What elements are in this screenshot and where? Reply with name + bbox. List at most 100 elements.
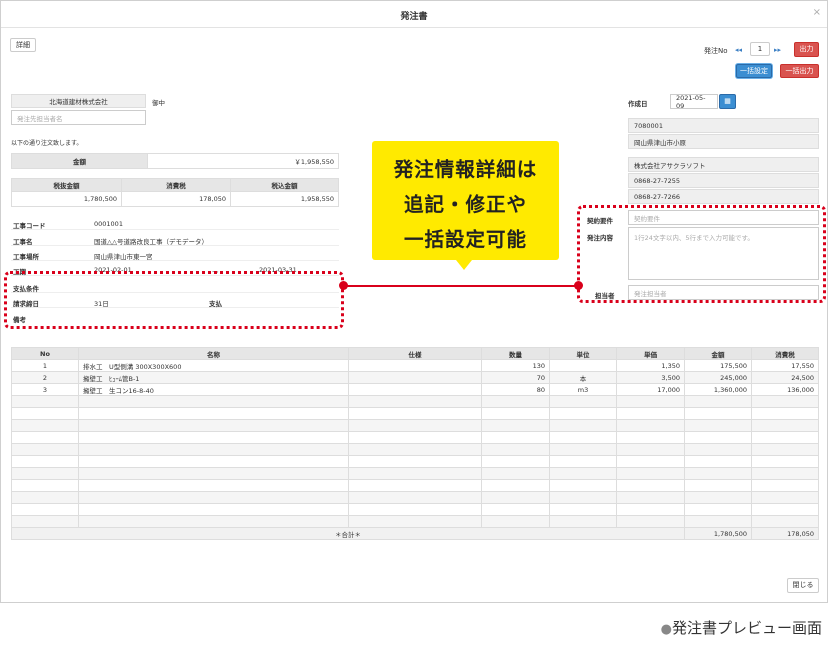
- cell-qty: 70: [481, 371, 550, 384]
- cell-spec: [348, 359, 482, 372]
- recipient-contact-input[interactable]: 発注先担当者名: [11, 110, 146, 125]
- tax-value-tax: 178,050: [121, 191, 231, 207]
- col-amount: 金額: [684, 347, 752, 360]
- amount-value: ￥1,958,550: [147, 153, 339, 169]
- tax-value-total: 1,958,550: [230, 191, 339, 207]
- dialog-title: 発注書: [400, 12, 428, 22]
- callout-line-2: 追記・修正や: [403, 193, 527, 216]
- cell-tax: 17,550: [751, 359, 819, 372]
- order-no-input[interactable]: 1: [750, 42, 770, 56]
- table-row-empty[interactable]: [11, 407, 819, 420]
- amount-table: 金額 ￥1,958,550: [11, 153, 339, 169]
- created-date-input[interactable]: 2021-05-09: [670, 94, 718, 110]
- table-row-empty[interactable]: [11, 419, 819, 432]
- highlight-right-box: [577, 205, 826, 303]
- dialog-titlebar: 発注書 ×: [1, 1, 827, 28]
- cell-qty: 80: [481, 383, 550, 396]
- cell-qty: 130: [481, 359, 550, 372]
- cell-no: 2: [11, 371, 79, 384]
- cell-unit: m3: [549, 383, 617, 396]
- caption-bullet: ●: [660, 622, 672, 637]
- project-row-code: 工事コード 0001001: [11, 216, 339, 230]
- bulk-settings-button[interactable]: 一括設定: [736, 64, 772, 78]
- recipient-company: 北海道建材株式会社: [11, 94, 146, 108]
- col-no: No: [11, 347, 79, 360]
- col-name: 名称: [78, 347, 349, 360]
- table-row-empty[interactable]: [11, 455, 819, 468]
- cell-no: 3: [11, 383, 79, 396]
- order-no-label: 発注No: [704, 47, 728, 55]
- connector-line: [343, 285, 579, 287]
- table-row-empty[interactable]: [11, 491, 819, 504]
- cell-amount: 245,000: [684, 371, 752, 384]
- cell-name: 排水工 U型側溝 300X300X600: [78, 359, 349, 372]
- table-row-empty[interactable]: [11, 467, 819, 480]
- close-icon[interactable]: ×: [813, 7, 821, 18]
- created-date-label: 作成日: [628, 100, 648, 108]
- total-amount: 1,780,500: [684, 527, 752, 540]
- calendar-icon[interactable]: ▦: [719, 94, 736, 109]
- cell-tax: 24,500: [751, 371, 819, 384]
- amount-label: 金額: [11, 153, 148, 169]
- cell-name: 擁壁工 ﾋｭｰﾑ管B-1: [78, 371, 349, 384]
- cell-amount: 175,500: [684, 359, 752, 372]
- connector-dot-left: [339, 281, 348, 290]
- callout-box: 発注情報詳細は 追記・修正や 一括設定可能: [372, 141, 559, 270]
- recipient-honorific: 御中: [152, 99, 165, 107]
- table-row-empty[interactable]: [11, 395, 819, 408]
- bulk-output-button[interactable]: 一括出力: [780, 64, 819, 78]
- col-price: 単価: [616, 347, 685, 360]
- project-name-value: 国道△△号道路改良工事（デモデータ）: [94, 238, 208, 246]
- issuer-tel: 0868-27-7255: [628, 173, 819, 188]
- cell-tax: 136,000: [751, 383, 819, 396]
- close-button[interactable]: 閉じる: [787, 578, 819, 593]
- highlight-left-box: [4, 271, 344, 329]
- project-code-value: 0001001: [94, 220, 123, 228]
- prev-page-icon[interactable]: ◂◂: [735, 46, 742, 54]
- col-qty: 数量: [481, 347, 550, 360]
- cell-unit: 本: [549, 371, 617, 384]
- cell-unit: [549, 359, 617, 372]
- total-label: ＊合計＊: [11, 527, 685, 540]
- callout-line-3: 一括設定可能: [403, 228, 527, 251]
- project-location-label: 工事場所: [13, 253, 39, 261]
- caption-text: 発注書プレビュー画面: [671, 619, 822, 637]
- table-row[interactable]: 3 擁壁工 生コン16-8-40 80 m3 17,000 1,360,000 …: [11, 383, 819, 396]
- caption: ●発注書プレビュー画面: [661, 617, 822, 638]
- issuer-address: 岡山県津山市小原: [628, 134, 819, 149]
- detail-button[interactable]: 詳細: [10, 38, 36, 52]
- cell-price: 1,350: [616, 359, 685, 372]
- table-row[interactable]: 1 排水工 U型側溝 300X300X600 130 1,350 175,500…: [11, 359, 819, 372]
- col-unit: 単位: [549, 347, 617, 360]
- intro-text: 以下の通り注文致します。: [11, 140, 83, 147]
- tax-header-subtotal: 税抜金額: [11, 178, 122, 192]
- col-tax: 消費税: [751, 347, 819, 360]
- tax-summary-table: 税抜金額 消費税 税込金額 1,780,500 178,050 1,958,55…: [11, 178, 339, 207]
- cell-name: 擁壁工 生コン16-8-40: [78, 383, 349, 396]
- table-row-empty[interactable]: [11, 431, 819, 444]
- table-row[interactable]: 2 擁壁工 ﾋｭｰﾑ管B-1 70 本 3,500 245,000 24,500: [11, 371, 819, 384]
- next-page-icon[interactable]: ▸▸: [774, 46, 781, 54]
- callout-line-1: 発注情報詳細は: [393, 158, 538, 181]
- cell-price: 3,500: [616, 371, 685, 384]
- table-row-empty[interactable]: [11, 515, 819, 528]
- issuer-company: 株式会社アサクラソフト: [628, 157, 819, 172]
- table-row-empty[interactable]: [11, 443, 819, 456]
- project-row-location: 工事場所 岡山県津山市東一宮: [11, 247, 339, 261]
- project-location-value: 岡山県津山市東一宮: [94, 253, 153, 261]
- cell-spec: [348, 383, 482, 396]
- cell-no: 1: [11, 359, 79, 372]
- cell-spec: [348, 371, 482, 384]
- table-row-empty[interactable]: [11, 503, 819, 516]
- table-row-empty[interactable]: [11, 479, 819, 492]
- project-code-label: 工事コード: [13, 222, 46, 230]
- connector-dot-right: [574, 281, 583, 290]
- issuer-fax: 0868-27-7266: [628, 189, 819, 204]
- col-spec: 仕様: [348, 347, 482, 360]
- items-table: No 名称 仕様 数量 単位 単価 金額 消費税 1 排水工 U型側溝 300X…: [11, 347, 819, 540]
- output-button[interactable]: 出力: [794, 42, 819, 57]
- cell-price: 17,000: [616, 383, 685, 396]
- project-row-name: 工事名 国道△△号道路改良工事（デモデータ）: [11, 232, 339, 246]
- table-total-row: ＊合計＊ 1,780,500 178,050: [11, 527, 819, 540]
- callout-tail: [456, 260, 472, 270]
